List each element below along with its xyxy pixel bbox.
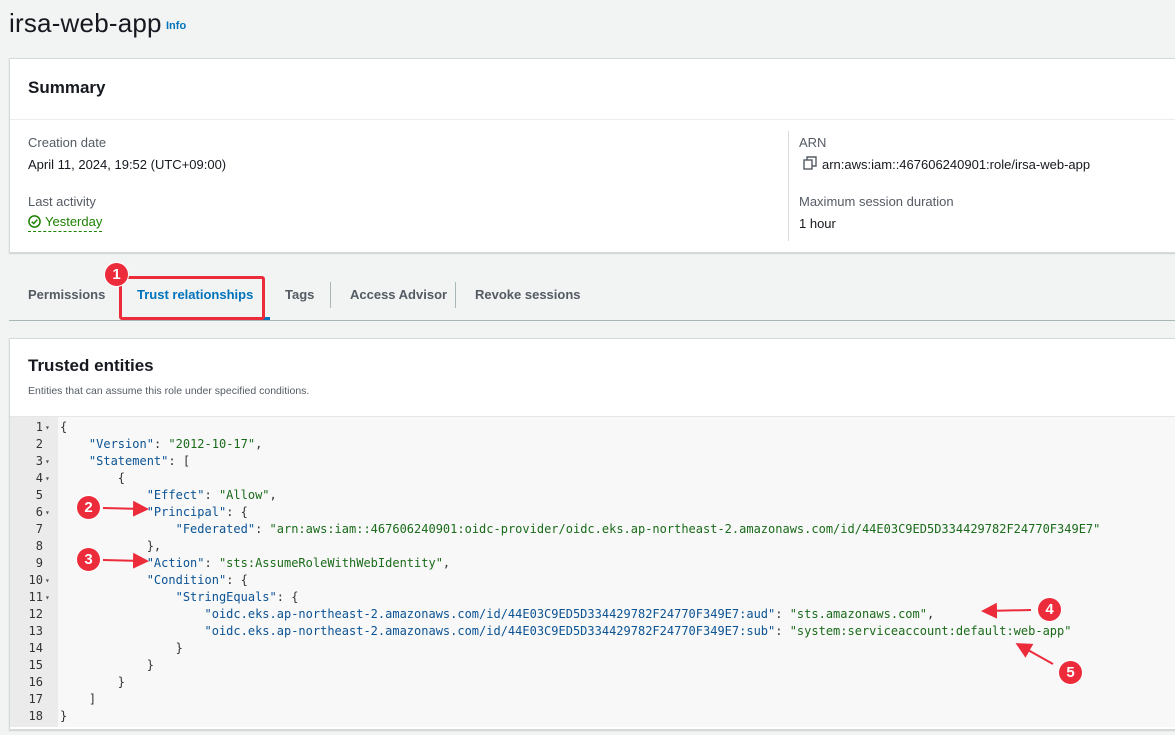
code-line: 18}: [10, 708, 1175, 725]
code-text: "oidc.eks.ap-northeast-2.amazonaws.com/i…: [204, 624, 1072, 638]
trusted-entities-description: Entities that can assume this role under…: [28, 385, 310, 397]
tab-separator: [330, 282, 331, 308]
tab-access-advisor[interactable]: Access Advisor: [350, 287, 447, 302]
max-session-label: Maximum session duration: [799, 194, 954, 209]
code-text: ]: [60, 692, 97, 706]
line-number: 17: [28, 692, 43, 706]
code-text: "Condition": {: [146, 573, 248, 587]
fold-toggle-icon[interactable]: ▾: [45, 470, 50, 487]
last-activity-value[interactable]: Yesterday: [28, 214, 103, 232]
code-line: 6 ▾ "Principal": {: [10, 504, 1175, 521]
trusted-entities-heading: Trusted entities: [28, 356, 154, 375]
code-text: }: [60, 709, 68, 723]
annotation-highlight-box: [119, 276, 265, 320]
fold-toggle-icon[interactable]: ▾: [45, 589, 50, 606]
code-text: }: [60, 658, 154, 672]
summary-header: Summary: [10, 59, 1175, 120]
line-number: 5: [35, 488, 43, 502]
code-line: 9 "Action": "sts:AssumeRoleWithWebIdenti…: [10, 555, 1175, 572]
page-title: irsa-web-app: [9, 8, 162, 38]
check-circle-icon: [28, 215, 41, 228]
code-line: 16 }: [10, 674, 1175, 691]
column-divider: [788, 131, 789, 241]
code-text: },: [60, 539, 162, 553]
line-number: 15: [28, 658, 43, 672]
code-line: 13 "oidc.eks.ap-northeast-2.amazonaws.co…: [10, 623, 1175, 640]
code-text: "StringEquals": {: [175, 590, 299, 604]
code-text: {: [60, 471, 126, 485]
code-line: 5 "Effect": "Allow",: [10, 487, 1175, 504]
creation-date-value: April 11, 2024, 19:52 (UTC+09:00): [28, 157, 227, 172]
code-line: 10 ▾ "Condition": {: [10, 572, 1175, 589]
code-line: 3 ▾ "Statement": [: [10, 453, 1175, 470]
arn-label: ARN: [799, 135, 827, 150]
summary-heading: Summary: [28, 78, 106, 97]
code-line: 7 "Federated": "arn:aws:iam::46760624090…: [10, 521, 1175, 538]
line-number: 4: [35, 471, 43, 485]
annotation-badge-2: 2: [76, 495, 101, 520]
fold-toggle-icon[interactable]: ▾: [45, 419, 50, 436]
code-text: }: [60, 675, 126, 689]
line-number: 9: [35, 556, 43, 570]
copy-icon[interactable]: [803, 156, 817, 170]
last-activity-label: Last activity: [28, 194, 96, 209]
line-number: 11: [28, 590, 43, 604]
max-session-value: 1 hour: [799, 216, 836, 231]
code-line: 4 ▾ {: [10, 470, 1175, 487]
code-line: 2 "Version": "2012-10-17",: [10, 436, 1175, 453]
tab-separator: [455, 282, 456, 308]
annotation-badge-1: 1: [104, 262, 129, 287]
code-text: }: [60, 641, 183, 655]
arn-value: arn:aws:iam::467606240901:role/irsa-web-…: [822, 157, 1091, 172]
annotation-badge-4: 4: [1037, 597, 1062, 622]
annotation-badge-5: 5: [1058, 660, 1083, 685]
code-line: 1 ▾ {: [10, 419, 1175, 436]
code-text: "Version": "2012-10-17",: [88, 437, 263, 451]
code-text: "Action": "sts:AssumeRoleWithWebIdentity…: [146, 556, 451, 570]
line-number: 2: [35, 437, 43, 451]
line-number: 10: [28, 573, 43, 587]
json-policy-editor[interactable]: 1 ▾{2 "Version": "2012-10-17", 3 ▾ "Stateme…: [10, 416, 1175, 727]
line-number: 18: [28, 709, 43, 723]
code-line: 8 },: [10, 538, 1175, 555]
tab-revoke-sessions[interactable]: Revoke sessions: [475, 287, 581, 302]
code-line: 11 ▾ "StringEquals": {: [10, 589, 1175, 606]
code-line: 17 ]: [10, 691, 1175, 708]
line-number: 7: [35, 522, 43, 536]
line-number: 16: [28, 675, 43, 689]
fold-toggle-icon[interactable]: ▾: [45, 572, 50, 589]
trusted-entities-panel: Trusted entities Entities that can assum…: [9, 338, 1175, 730]
fold-toggle-icon[interactable]: ▾: [45, 453, 50, 470]
line-number: 14: [28, 641, 43, 655]
tab-permissions[interactable]: Permissions: [28, 287, 105, 302]
line-number: 13: [28, 624, 43, 638]
code-line: 15 }: [10, 657, 1175, 674]
line-number: 8: [35, 539, 43, 553]
annotation-badge-3: 3: [76, 547, 101, 572]
tab-tags[interactable]: Tags: [285, 287, 314, 302]
code-line: 12 "oidc.eks.ap-northeast-2.amazonaws.co…: [10, 606, 1175, 623]
line-number: 6: [35, 505, 43, 519]
info-link[interactable]: Info: [166, 20, 186, 32]
code-text: "Statement": [: [88, 454, 191, 468]
summary-panel: Summary Creation date April 11, 2024, 19…: [9, 58, 1175, 253]
code-text: "oidc.eks.ap-northeast-2.amazonaws.com/i…: [204, 607, 935, 621]
fold-toggle-icon[interactable]: ▾: [45, 504, 50, 521]
line-number: 12: [28, 607, 43, 621]
last-activity-text: Yesterday: [45, 214, 103, 229]
creation-date-label: Creation date: [28, 135, 107, 150]
line-number: 3: [35, 454, 43, 468]
line-number: 1: [35, 420, 43, 434]
code-text: {: [60, 420, 68, 434]
code-line: 14 }: [10, 640, 1175, 657]
code-text: "Federated": "arn:aws:iam::467606240901:…: [175, 522, 1101, 536]
